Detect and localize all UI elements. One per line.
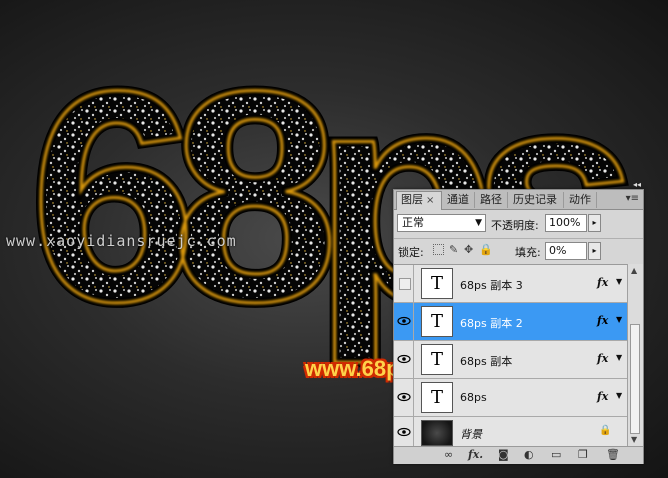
blend-opacity-row: 正常 ▼ 不透明度: 100% ▸: [394, 212, 643, 236]
tab-layers[interactable]: 图层 ×: [396, 191, 442, 210]
eye-icon: [397, 354, 411, 364]
tab-channels-label: 通道: [447, 193, 469, 206]
chevron-down-icon: ▼: [475, 218, 482, 228]
opacity-input[interactable]: 100%: [545, 214, 587, 232]
visibility-toggle[interactable]: [394, 341, 414, 379]
fill-input[interactable]: 0%: [545, 242, 587, 260]
layer-name: 68ps 副本 3: [460, 279, 523, 292]
text-layer-thumbnail: T: [421, 306, 453, 337]
opacity-slider-button[interactable]: ▸: [588, 214, 601, 232]
layer-row[interactable]: T 68ps fx ▼: [394, 379, 627, 417]
expand-effects-icon[interactable]: ▼: [616, 353, 622, 362]
eye-icon: [397, 316, 411, 326]
lock-all-icon[interactable]: 🔒: [479, 244, 493, 255]
tab-paths[interactable]: 路径: [476, 192, 508, 208]
opacity-label: 不透明度:: [491, 219, 539, 232]
expand-effects-icon[interactable]: ▼: [616, 391, 622, 400]
tab-paths-label: 路径: [480, 193, 502, 206]
layer-row[interactable]: T 68ps 副本 3 fx ▼: [394, 265, 627, 303]
tab-history[interactable]: 历史记录: [509, 192, 564, 208]
background-layer-thumbnail: [421, 420, 453, 446]
fill-slider-button[interactable]: ▸: [588, 242, 601, 260]
scrollbar-thumb[interactable]: [630, 324, 640, 434]
layers-panel: ◂◂ 图层 × 通道 路径 历史记录 动作 ▾≡ 正常 ▼ 不透明度: 100% …: [393, 180, 644, 464]
layer-row-background[interactable]: 背景 🔒: [394, 417, 627, 447]
lock-fill-row: 锁定: ✎ ✥ 🔒 填充: 0% ▸: [394, 238, 643, 263]
expand-effects-icon[interactable]: ▼: [616, 315, 622, 324]
scroll-down-icon[interactable]: ▼: [631, 435, 637, 444]
blend-mode-select[interactable]: 正常 ▼: [397, 214, 486, 232]
panel-tab-bar: 图层 × 通道 路径 历史记录 动作 ▾≡: [394, 190, 643, 210]
lock-transparency-icon[interactable]: [433, 244, 444, 255]
collapse-panel-icon[interactable]: ◂◂: [633, 180, 641, 189]
layer-row-selected[interactable]: T 68ps 副本 2 fx ▼: [394, 303, 627, 341]
expand-effects-icon[interactable]: ▼: [616, 277, 622, 286]
lock-label: 锁定:: [398, 246, 424, 259]
group-icon[interactable]: ▭: [551, 449, 561, 461]
tab-actions-label: 动作: [569, 193, 591, 206]
fill-label: 填充:: [515, 246, 541, 259]
text-layer-thumbnail: T: [421, 382, 453, 413]
hidden-eye-box-icon: [399, 278, 411, 290]
fx-icon[interactable]: fx.: [468, 449, 483, 461]
text-layer-thumbnail: T: [421, 344, 453, 375]
mask-icon[interactable]: ◙: [498, 449, 509, 461]
visibility-toggle[interactable]: [394, 379, 414, 417]
panel-bottom-toolbar: ∞ fx. ◙ ◐ ▭ ❐ 🗑: [394, 446, 643, 464]
adjustment-icon[interactable]: ◐: [524, 449, 534, 461]
layer-list-scrollbar[interactable]: ▲ ▼: [627, 264, 643, 446]
watermark-text: www.xaoyidiansruejc.com: [6, 232, 237, 250]
visibility-toggle[interactable]: [394, 265, 414, 303]
lock-pixels-icon[interactable]: ✎: [449, 244, 460, 255]
layer-name: 68ps: [460, 391, 487, 404]
eye-icon: [397, 392, 411, 402]
fx-icon[interactable]: fx: [597, 352, 608, 365]
layer-row[interactable]: T 68ps 副本 fx ▼: [394, 341, 627, 379]
text-layer-thumbnail: T: [421, 268, 453, 299]
close-tab-icon[interactable]: ×: [426, 195, 434, 206]
scroll-up-icon[interactable]: ▲: [631, 266, 637, 275]
fx-icon[interactable]: fx: [597, 314, 608, 327]
lock-position-icon[interactable]: ✥: [464, 244, 475, 255]
trash-icon[interactable]: 🗑: [606, 449, 620, 461]
tab-layers-label: 图层: [401, 193, 423, 206]
layer-name: 68ps 副本 2: [460, 317, 523, 330]
layer-list: T 68ps 副本 3 fx ▼ T 68ps 副本 2 fx ▼ T 68ps…: [394, 264, 627, 447]
tab-channels[interactable]: 通道: [443, 192, 475, 208]
visibility-toggle[interactable]: [394, 417, 414, 447]
layer-name: 背景: [460, 428, 482, 441]
layer-name: 68ps 副本: [460, 355, 513, 368]
visibility-toggle[interactable]: [394, 303, 414, 341]
link-icon[interactable]: ∞: [444, 449, 453, 461]
fx-icon[interactable]: fx: [597, 276, 608, 289]
fx-icon[interactable]: fx: [597, 390, 608, 403]
eye-icon: [397, 427, 411, 437]
tab-history-label: 历史记录: [513, 193, 557, 206]
lock-icon: 🔒: [599, 425, 612, 436]
tab-actions[interactable]: 动作: [565, 192, 597, 208]
panel-menu-icon[interactable]: ▾≡: [626, 193, 639, 204]
blend-mode-value: 正常: [402, 216, 424, 229]
new-layer-icon[interactable]: ❐: [578, 449, 588, 461]
